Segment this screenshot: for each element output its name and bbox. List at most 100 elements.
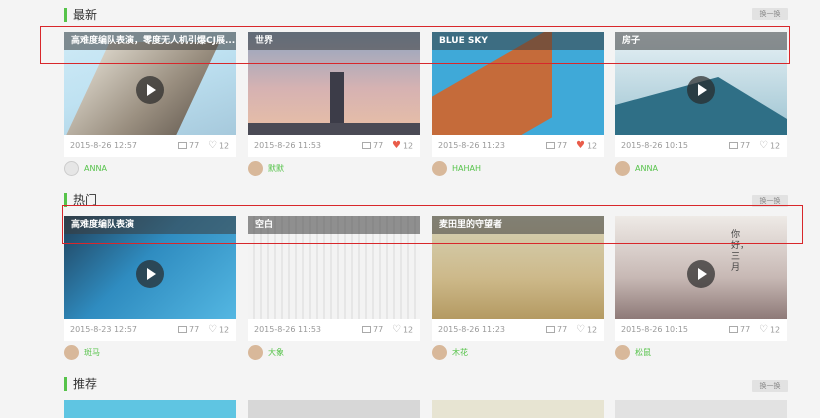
- swap-button-recommend[interactable]: 换一换: [752, 380, 788, 392]
- user-name[interactable]: 木花: [452, 348, 468, 357]
- avatar[interactable]: [615, 161, 630, 176]
- card-user[interactable]: 松鼠: [615, 345, 651, 361]
- card-meta: 2015-8-26 10:15 77 ♡ 12: [615, 319, 787, 341]
- card-date: 2015-8-26 11:23: [438, 141, 505, 150]
- avatar[interactable]: [64, 345, 79, 360]
- user-name[interactable]: ANNA: [635, 164, 658, 173]
- comment-count[interactable]: 77: [178, 135, 199, 157]
- comment-count[interactable]: 77: [178, 319, 199, 341]
- card-user[interactable]: 默默: [248, 161, 284, 177]
- card-meta: 2015-8-26 11:53 77 ♥ 12: [248, 135, 420, 157]
- avatar[interactable]: [432, 345, 447, 360]
- like-count-value: 12: [769, 325, 781, 335]
- like-count[interactable]: ♡ 12: [208, 319, 229, 342]
- card-meta: 2015-8-26 11:23 77 ♡ 12: [432, 319, 604, 341]
- heart-icon: ♥: [576, 140, 585, 151]
- comment-count-value: 77: [557, 141, 568, 150]
- card-date: 2015-8-26 10:15: [621, 141, 688, 150]
- card-thumbnail[interactable]: [432, 400, 604, 418]
- avatar[interactable]: [248, 345, 263, 360]
- avatar[interactable]: [64, 161, 79, 176]
- like-count-value: 12: [402, 325, 414, 335]
- comment-icon: [729, 326, 738, 333]
- section-title-recommend: 推荐: [64, 377, 97, 391]
- play-icon[interactable]: [687, 260, 715, 288]
- card-user[interactable]: ANNA: [64, 161, 107, 177]
- heart-icon: ♡: [208, 140, 217, 151]
- comment-icon: [362, 326, 371, 333]
- card-user[interactable]: 木花: [432, 345, 468, 361]
- annotation-box: [62, 205, 803, 244]
- comment-count-value: 77: [189, 141, 200, 150]
- like-count[interactable]: ♥ 12: [576, 135, 597, 158]
- section-title-latest: 最新: [64, 8, 97, 22]
- like-count[interactable]: ♡ 12: [392, 319, 413, 342]
- card-meta: 2015-8-23 12:57 77 ♡ 12: [64, 319, 236, 341]
- like-count-value: 12: [402, 141, 414, 151]
- heart-icon: ♥: [392, 140, 401, 151]
- like-count-value: 12: [586, 141, 598, 151]
- comment-count[interactable]: 77: [546, 135, 567, 157]
- heart-icon: ♡: [576, 324, 585, 335]
- heart-icon: ♡: [208, 324, 217, 335]
- user-name[interactable]: 大象: [268, 348, 284, 357]
- card-meta: 2015-8-26 11:23 77 ♥ 12: [432, 135, 604, 157]
- avatar[interactable]: [432, 161, 447, 176]
- comment-count-value: 77: [189, 325, 200, 334]
- user-name[interactable]: ANNA: [84, 164, 107, 173]
- like-count-value: 12: [218, 325, 230, 335]
- like-count[interactable]: ♥ 12: [392, 135, 413, 158]
- comment-count[interactable]: 77: [729, 319, 750, 341]
- comment-count-value: 77: [373, 325, 384, 334]
- like-count[interactable]: ♡ 12: [759, 135, 780, 158]
- card-date: 2015-8-26 11:53: [254, 141, 321, 150]
- comment-count-value: 77: [740, 325, 751, 334]
- swap-button-latest[interactable]: 换一换: [752, 8, 788, 20]
- play-icon[interactable]: [136, 260, 164, 288]
- like-count-value: 12: [586, 325, 598, 335]
- card-user[interactable]: HAHAH: [432, 161, 481, 177]
- comment-icon: [178, 326, 187, 333]
- user-name[interactable]: 斑马: [84, 348, 100, 357]
- card-date: 2015-8-26 10:15: [621, 325, 688, 334]
- play-icon[interactable]: [136, 76, 164, 104]
- card-meta: 2015-8-26 12:57 77 ♡ 12: [64, 135, 236, 157]
- card-date: 2015-8-26 11:53: [254, 325, 321, 334]
- user-name[interactable]: HAHAH: [452, 164, 481, 173]
- card-user[interactable]: 斑马: [64, 345, 100, 361]
- comment-count-value: 77: [557, 325, 568, 334]
- card-meta: 2015-8-26 10:15 77 ♡ 12: [615, 135, 787, 157]
- comment-count[interactable]: 77: [362, 319, 383, 341]
- play-icon[interactable]: [687, 76, 715, 104]
- card-date: 2015-8-26 12:57: [70, 141, 137, 150]
- card-user[interactable]: ANNA: [615, 161, 658, 177]
- heart-icon: ♡: [759, 140, 768, 151]
- comment-count[interactable]: 77: [729, 135, 750, 157]
- card-date: 2015-8-23 12:57: [70, 325, 137, 334]
- comment-count[interactable]: 77: [362, 135, 383, 157]
- card-date: 2015-8-26 11:23: [438, 325, 505, 334]
- comment-icon: [546, 142, 555, 149]
- card-thumbnail[interactable]: [64, 400, 236, 418]
- like-count[interactable]: ♡ 12: [208, 135, 229, 158]
- comment-count-value: 77: [740, 141, 751, 150]
- user-name[interactable]: 松鼠: [635, 348, 651, 357]
- like-count-value: 12: [218, 141, 230, 151]
- avatar[interactable]: [615, 345, 630, 360]
- card-thumbnail[interactable]: [615, 400, 787, 418]
- card-user[interactable]: 大象: [248, 345, 284, 361]
- heart-icon: ♡: [759, 324, 768, 335]
- comment-count[interactable]: 77: [546, 319, 567, 341]
- avatar[interactable]: [248, 161, 263, 176]
- user-name[interactable]: 默默: [268, 164, 284, 173]
- card-meta: 2015-8-26 11:53 77 ♡ 12: [248, 319, 420, 341]
- card-thumbnail[interactable]: [248, 400, 420, 418]
- comment-icon: [362, 142, 371, 149]
- like-count[interactable]: ♡ 12: [759, 319, 780, 342]
- heart-icon: ♡: [392, 324, 401, 335]
- annotation-box: [40, 26, 790, 64]
- like-count[interactable]: ♡ 12: [576, 319, 597, 342]
- comment-icon: [178, 142, 187, 149]
- like-count-value: 12: [769, 141, 781, 151]
- comment-icon: [546, 326, 555, 333]
